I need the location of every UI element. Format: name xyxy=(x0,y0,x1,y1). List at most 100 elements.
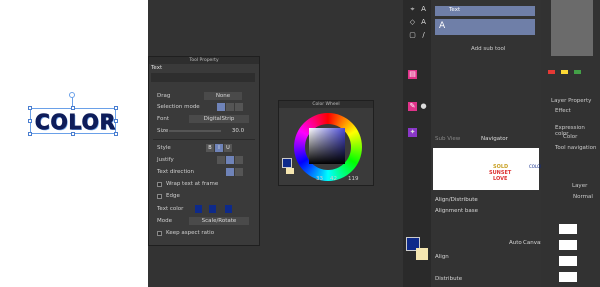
color-value-1: 33 xyxy=(316,176,323,182)
resize-handle-r[interactable] xyxy=(114,119,118,123)
underline-button[interactable]: U xyxy=(224,144,232,152)
tool-icon-highlight-2[interactable]: ✎ xyxy=(408,102,417,111)
selection-mode-1[interactable] xyxy=(217,103,225,111)
tool-icon-highlight-3[interactable]: ✦ xyxy=(408,128,417,137)
tool-icon-highlight-1[interactable]: ▤ xyxy=(408,70,417,79)
font-select[interactable]: DigitalStrip xyxy=(189,115,249,123)
sub-tool-item-text[interactable]: Text xyxy=(435,6,535,16)
sub-tool-item-text-2[interactable]: A xyxy=(435,19,535,35)
keep-aspect-checkbox[interactable] xyxy=(157,230,162,236)
row-edge: Edge xyxy=(149,191,259,201)
color-value-2: 42 xyxy=(330,176,337,182)
color-wheel-title: Color Wheel xyxy=(279,101,373,108)
tool-icon-2[interactable]: A xyxy=(419,5,428,14)
auto-option[interactable]: Auto xyxy=(509,240,522,246)
main-color-swatch[interactable] xyxy=(282,158,292,168)
palette-yellow[interactable] xyxy=(561,70,568,74)
align-title: Align/Distribute xyxy=(435,197,478,203)
row-keep-aspect: Keep aspect ratio xyxy=(149,228,259,238)
bold-button[interactable]: B xyxy=(206,144,214,152)
alignment-base-label: Alignment base xyxy=(435,208,479,214)
layer-thumb-3[interactable] xyxy=(559,256,577,266)
row-mode: Mode Scale/Rotate xyxy=(149,216,259,226)
saturation-value-square[interactable] xyxy=(309,128,345,164)
tool-property-panel: Tool Property Text Drag None Selection m… xyxy=(148,56,260,246)
row-justify: Justify xyxy=(149,155,259,165)
effect-label: Effect xyxy=(555,108,571,114)
text-object-content: COLOR xyxy=(34,110,117,135)
bg-color-swatch[interactable] xyxy=(416,248,428,260)
text-color-swatch-2[interactable] xyxy=(209,205,216,213)
color-value-3: 119 xyxy=(348,176,359,182)
selection-mode-2[interactable] xyxy=(226,103,234,111)
tool-preview-strip xyxy=(151,73,255,82)
navigator-panel: Sub View Navigator SOLD SUNSET LOVE COLO… xyxy=(431,136,543,196)
drag-select[interactable]: None xyxy=(204,92,242,100)
tool-icon-3[interactable]: ◇ xyxy=(408,18,417,27)
tab-navigator[interactable]: Navigator xyxy=(481,136,508,142)
layer-property-label: Layer Property xyxy=(551,98,592,104)
align-distribute-panel: Align/Distribute Alignment base Auto Can… xyxy=(431,196,543,287)
tool-icon-1[interactable]: ⌖ xyxy=(408,5,417,14)
layer-thumb-4[interactable] xyxy=(559,272,577,282)
resize-handle-bl[interactable] xyxy=(28,132,32,136)
row-selection-mode: Selection mode xyxy=(149,102,259,112)
sub-color-swatch[interactable] xyxy=(286,168,294,174)
distribute-label: Distribute xyxy=(435,276,463,282)
selection-mode-3[interactable] xyxy=(235,103,243,111)
tool-icon-7[interactable]: ● xyxy=(419,102,428,111)
row-drag: Drag None xyxy=(149,91,259,101)
tool-icon-5[interactable]: ▢ xyxy=(408,31,417,40)
resize-handle-t[interactable] xyxy=(71,106,75,110)
text-color-swatch-1[interactable] xyxy=(195,205,202,213)
row-text-color: Text color xyxy=(149,204,259,214)
tool-icon-4[interactable]: A xyxy=(419,18,428,27)
resize-handle-l[interactable] xyxy=(28,119,32,123)
row-text-direction: Text direction xyxy=(149,167,259,177)
resize-handle-b[interactable] xyxy=(71,132,75,136)
layers-panel: Layer Property Effect Expression color C… xyxy=(541,0,600,287)
text-object[interactable]: COLOR xyxy=(28,106,118,136)
canvas[interactable]: COLOR xyxy=(0,0,148,287)
wrap-checkbox[interactable] xyxy=(157,181,162,187)
italic-button[interactable]: I xyxy=(215,144,223,152)
text-color-swatch-3[interactable] xyxy=(225,205,232,213)
direction-horizontal[interactable] xyxy=(226,168,234,176)
tool-navigation-label: Tool navigation xyxy=(555,145,597,151)
size-slider[interactable] xyxy=(169,130,221,132)
resize-handle-tr[interactable] xyxy=(114,106,118,110)
row-wrap: Wrap text at frame xyxy=(149,179,259,189)
add-sub-tool-button[interactable]: Add sub tool xyxy=(471,46,505,52)
row-font: Font DigitalStrip xyxy=(149,114,259,124)
resize-handle-br[interactable] xyxy=(114,132,118,136)
resize-handle-tl[interactable] xyxy=(28,106,32,110)
expression-color-label: Expression color xyxy=(555,125,585,137)
row-size: Size 30.0 xyxy=(149,126,259,136)
layer-thumb-1[interactable] xyxy=(559,224,577,234)
edge-checkbox[interactable] xyxy=(157,193,162,199)
tool-icon-6[interactable]: / xyxy=(419,31,428,40)
mode-select[interactable]: Scale/Rotate xyxy=(189,217,249,225)
blend-mode-select[interactable]: Normal xyxy=(573,194,593,200)
align-label: Align xyxy=(435,254,449,260)
navigator-preview[interactable]: SOLD SUNSET LOVE COLOR xyxy=(433,148,543,190)
justify-left[interactable] xyxy=(217,156,225,164)
rotation-handle[interactable] xyxy=(69,92,75,98)
palette-red[interactable] xyxy=(548,70,555,74)
layer-thumb-2[interactable] xyxy=(559,240,577,250)
justify-center[interactable] xyxy=(226,156,234,164)
size-value[interactable]: 30.0 xyxy=(227,127,249,135)
layer-tab[interactable]: Layer xyxy=(572,183,587,189)
tab-sub-view[interactable]: Sub View xyxy=(435,136,460,142)
palette-green[interactable] xyxy=(574,70,581,74)
direction-vertical[interactable] xyxy=(235,168,243,176)
row-style: Style B I U xyxy=(149,143,259,153)
texture-preview xyxy=(551,0,593,56)
justify-right[interactable] xyxy=(235,156,243,164)
color-option[interactable]: Color xyxy=(563,134,577,140)
sub-tool-panel: Text A Add sub tool xyxy=(431,0,541,148)
tool-column: ⌖ A ◇ A ▢ / ▤ ✎ ● ✦ xyxy=(403,0,431,287)
tool-property-title: Tool Property xyxy=(149,57,259,64)
tool-property-tab[interactable]: Text xyxy=(151,65,162,71)
divider xyxy=(153,139,255,140)
